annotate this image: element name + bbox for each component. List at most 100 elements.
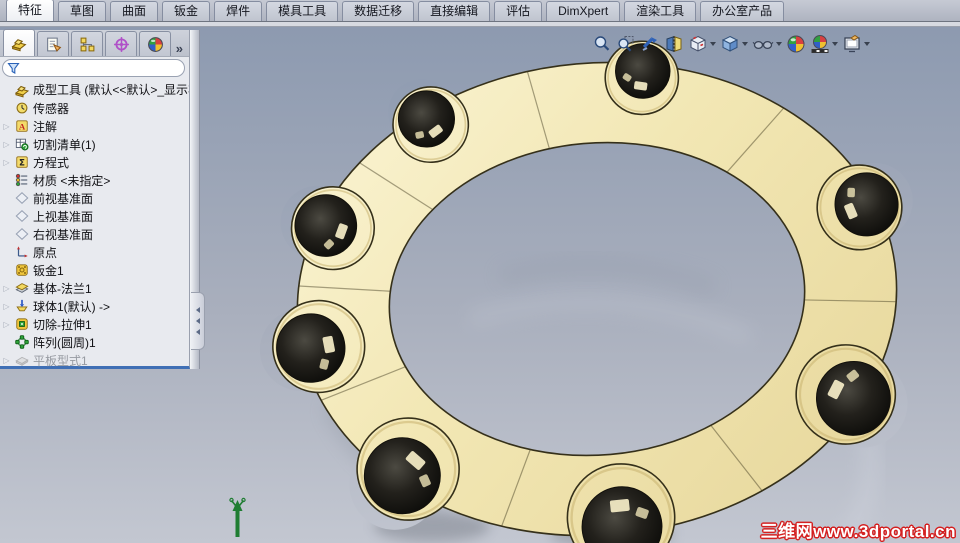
- hide-show-items-dropdown-caret[interactable]: [776, 42, 782, 46]
- property-manager-icon: [46, 37, 61, 52]
- tab-sheet-metal[interactable]: 钣金: [162, 1, 211, 21]
- tree-filter-row: [0, 57, 189, 78]
- zoom-to-area-button[interactable]: [614, 33, 638, 55]
- tab-weldments[interactable]: 焊件: [214, 1, 263, 21]
- coordinate-triad: [229, 497, 246, 537]
- svg-text:Σ: Σ: [19, 159, 25, 169]
- panel-collapse-handle[interactable]: [191, 292, 205, 350]
- headsup-view-toolbar: [590, 33, 872, 55]
- display-sphere-icon: [147, 36, 163, 52]
- view-orientation-icon: [690, 35, 706, 52]
- tab-surfaces[interactable]: 曲面: [110, 1, 159, 21]
- featuremanager-tab[interactable]: [3, 29, 35, 56]
- expander-icon[interactable]: ▷: [0, 356, 13, 365]
- view-settings-icon: [844, 34, 860, 53]
- tab-render-tools[interactable]: 渲染工具: [624, 1, 697, 21]
- expander-icon[interactable]: ▷: [0, 140, 13, 149]
- tree-filter-input[interactable]: [20, 60, 180, 76]
- solidworks-window: 特征 草图 曲面 钣金 焊件 模具工具 数据迁移 直接编辑 评估 DimXper…: [0, 0, 960, 543]
- display-style-dropdown-caret[interactable]: [742, 42, 748, 46]
- tree-item-material[interactable]: 材质 <未指定>: [0, 171, 189, 189]
- tree-root-label: 成型工具 (默认<<默认>_显示状: [33, 83, 189, 97]
- view-orientation-dropdown-caret[interactable]: [710, 42, 716, 46]
- tree-root-forming-tool[interactable]: 成型工具 (默认<<默认>_显示状: [0, 80, 189, 99]
- display-style-button[interactable]: [718, 33, 750, 55]
- tab-data-migration[interactable]: 数据迁移: [342, 1, 415, 21]
- expander-icon[interactable]: ▷: [0, 284, 13, 293]
- manager-tab-strip: »: [0, 29, 189, 57]
- cut-list-icon: [13, 136, 31, 152]
- display-style-icon: [721, 35, 739, 52]
- apply-scene-dropdown-caret[interactable]: [832, 42, 838, 46]
- zoom-to-fit-button[interactable]: [590, 33, 614, 55]
- annotations-icon: A: [13, 118, 31, 134]
- expander-icon[interactable]: ▷: [0, 158, 13, 167]
- cut-extrude-icon: [13, 316, 31, 332]
- filter-funnel-icon: [7, 62, 20, 74]
- equations-icon: Σ: [13, 154, 31, 170]
- tree-item-top-plane[interactable]: 上视基准面: [0, 207, 189, 225]
- command-manager-tabbar: 特征 草图 曲面 钣金 焊件 模具工具 数据迁移 直接编辑 评估 DimXper…: [0, 0, 960, 22]
- svg-text:A: A: [19, 122, 26, 132]
- tree-item-circular-pattern[interactable]: 阵列(圆周)1: [0, 333, 189, 351]
- graphics-viewport[interactable]: 三维网www.3dportal.cn » 成型工具 (默认<<默认>_显示状 传…: [0, 27, 960, 543]
- previous-view-button[interactable]: [638, 33, 662, 55]
- tab-features[interactable]: 特征: [6, 0, 55, 21]
- feature-tree-icon: [11, 38, 27, 51]
- hide-show-items-button[interactable]: [750, 33, 784, 55]
- displaymanager-tab[interactable]: [139, 31, 171, 56]
- plane-icon: [13, 190, 31, 206]
- tab-dimxpert[interactable]: DimXpert: [546, 1, 621, 21]
- tree-item-sphere1[interactable]: ▷ 球体1(默认) ->: [0, 297, 189, 315]
- view-settings-button[interactable]: [840, 33, 872, 55]
- apply-scene-button[interactable]: [808, 33, 840, 55]
- tree-item-flat-pattern[interactable]: ▷ 平板型式1: [0, 351, 189, 369]
- propertymanager-tab[interactable]: [37, 31, 69, 56]
- hide-show-items-icon: [752, 40, 774, 50]
- tab-office-products[interactable]: 办公室产品: [700, 1, 785, 21]
- tree-item-cut-list[interactable]: ▷ 切割清单(1): [0, 135, 189, 153]
- sheet-metal-icon: [13, 262, 31, 278]
- tab-direct-editing[interactable]: 直接编辑: [418, 1, 491, 21]
- feature-manager-panel: » 成型工具 (默认<<默认>_显示状 传感器 ▷ A 注解 ▷ 切割清单(1)…: [0, 29, 190, 369]
- tree-item-sheet-metal[interactable]: 钣金1: [0, 261, 189, 279]
- section-view-button[interactable]: [662, 33, 686, 55]
- apply-scene-icon: [811, 35, 829, 53]
- tree-item-right-plane[interactable]: 右视基准面: [0, 225, 189, 243]
- section-view-icon: [666, 36, 682, 52]
- expander-icon[interactable]: ▷: [0, 302, 13, 311]
- plane-icon: [13, 226, 31, 242]
- zoom-to-fit-icon: [594, 36, 610, 51]
- base-flange-icon: [13, 280, 31, 296]
- tree-item-origin[interactable]: 原点: [0, 243, 189, 261]
- configurationmanager-tab[interactable]: [71, 31, 103, 56]
- tree-item-annotations[interactable]: ▷ A 注解: [0, 117, 189, 135]
- edit-appearance-button[interactable]: [784, 33, 808, 55]
- expander-icon[interactable]: ▷: [0, 122, 13, 131]
- origin-icon: [13, 244, 31, 260]
- tab-evaluate[interactable]: 评估: [494, 1, 543, 21]
- forming-tool-part-icon: [13, 82, 31, 98]
- derived-part-icon: [13, 298, 31, 314]
- feature-tree: 成型工具 (默认<<默认>_显示状 传感器 ▷ A 注解 ▷ 切割清单(1) ▷…: [0, 78, 189, 369]
- tree-item-equations[interactable]: ▷ Σ 方程式: [0, 153, 189, 171]
- view-orientation-button[interactable]: [686, 33, 718, 55]
- tree-item-sensors[interactable]: 传感器: [0, 99, 189, 117]
- tree-item-base-flange[interactable]: ▷ 基体-法兰1: [0, 279, 189, 297]
- previous-view-icon: [642, 37, 657, 51]
- dimxpert-target-icon: [113, 36, 129, 52]
- tab-sketch[interactable]: 草图: [58, 1, 107, 21]
- manager-tabs-overflow-chevron[interactable]: »: [176, 41, 183, 56]
- dimxpertmanager-tab[interactable]: [105, 31, 137, 56]
- tree-item-front-plane[interactable]: 前视基准面: [0, 189, 189, 207]
- flat-pattern-icon: [13, 352, 31, 368]
- view-settings-dropdown-caret[interactable]: [864, 42, 870, 46]
- sensors-icon: [13, 100, 31, 116]
- tab-mold-tools[interactable]: 模具工具: [266, 1, 339, 21]
- material-icon: [13, 172, 31, 188]
- tree-filter-pill: [2, 59, 185, 77]
- expander-icon[interactable]: ▷: [0, 320, 13, 329]
- zoom-to-area-icon: [618, 36, 634, 52]
- watermark: 三维网www.3dportal.cn: [760, 522, 956, 541]
- tree-item-cut-extrude[interactable]: ▷ 切除-拉伸1: [0, 315, 189, 333]
